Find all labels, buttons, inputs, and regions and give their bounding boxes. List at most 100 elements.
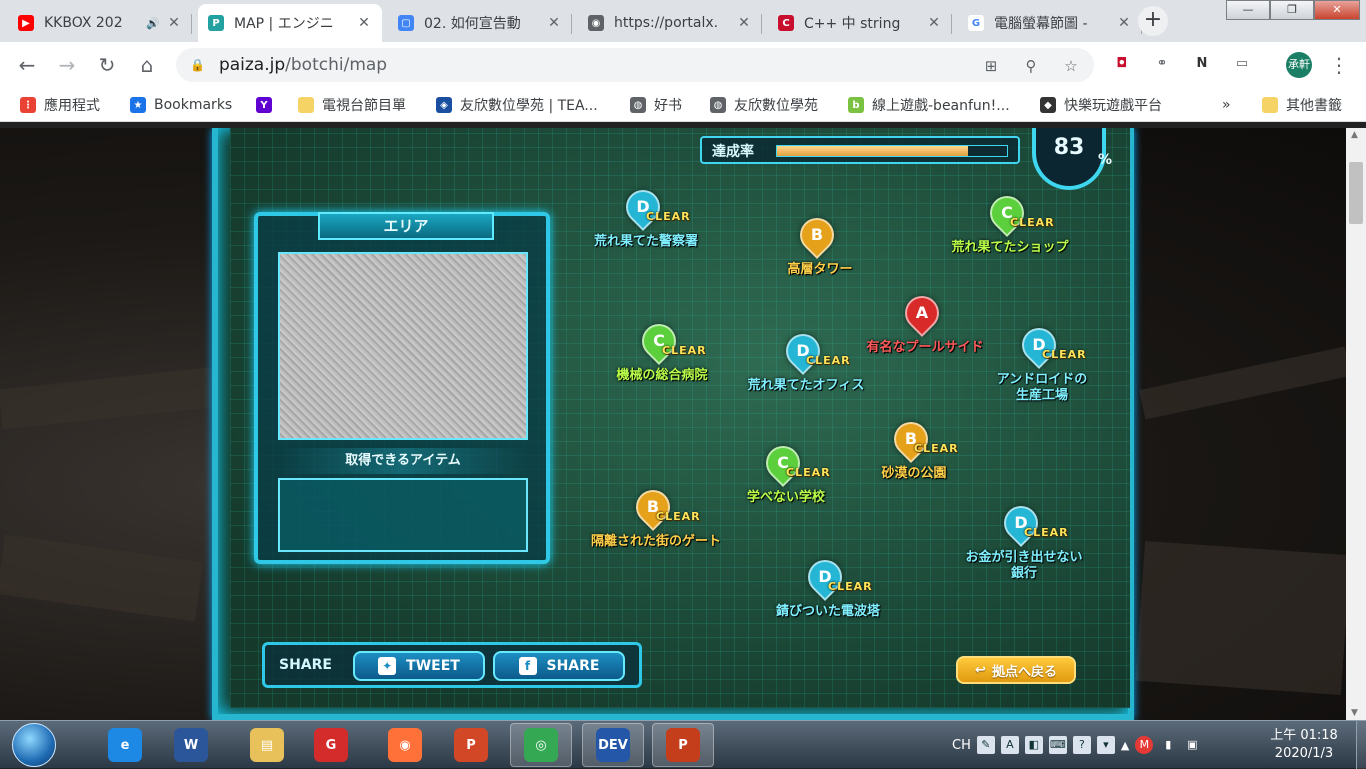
area-marker-d[interactable]: D CLEAR 錆びついた電波塔 — [748, 552, 908, 650]
area-marker-b[interactable]: B 高層タワー — [740, 210, 900, 308]
forward-arrow-icon[interactable]: → — [52, 50, 82, 80]
show-desktop-button[interactable] — [1356, 721, 1366, 769]
home-icon[interactable]: ⌂ — [132, 50, 162, 80]
taskbar-explorer-button[interactable]: ▤ — [236, 723, 298, 767]
ime-width-icon[interactable]: ◧ — [1024, 736, 1043, 754]
area-marker-d[interactable]: D CLEAR 荒れ果てたオフィス — [726, 326, 886, 424]
bookmark-item[interactable]: ◆ 快樂玩遊戲平台 — [1040, 94, 1162, 116]
bookmark-item[interactable]: b 線上遊戲-beanfun!... — [848, 94, 1010, 116]
area-marker-d[interactable]: D CLEAR 荒れ果てた警察署 — [566, 182, 726, 280]
browser-tab[interactable]: ◉ https://portalx. ✕ — [578, 4, 762, 42]
map-pin-icon[interactable]: B — [886, 414, 936, 464]
map-pin-icon[interactable]: A — [897, 288, 947, 338]
url-text[interactable]: paiza.jp/botchi/map — [219, 55, 387, 75]
system-clock[interactable]: 上午 01:18 2020/1/3 — [1256, 727, 1352, 763]
area-marker-d[interactable]: D CLEAR アンドロイドの 生産工場 — [962, 320, 1122, 418]
tab-close-icon[interactable]: ✕ — [1116, 15, 1132, 31]
reload-icon[interactable]: ↻ — [92, 50, 122, 80]
map-pin-icon[interactable]: C — [982, 188, 1032, 238]
taskbar-word-button[interactable]: W — [160, 723, 222, 767]
map-pin-icon[interactable]: D — [996, 498, 1046, 548]
tab-title: C++ 中 string — [804, 16, 901, 32]
zoom-icon[interactable]: ⚲ — [1020, 55, 1042, 77]
close-window-button[interactable]: ✕ — [1314, 0, 1360, 20]
area-marker-d[interactable]: D CLEAR お金が引き出せない 銀行 — [944, 498, 1104, 596]
taskbar-chrome-button[interactable]: ◎ — [510, 723, 572, 767]
tab-close-icon[interactable]: ✕ — [926, 15, 942, 31]
taskbar-powerpoint-viewer-button[interactable]: P — [440, 723, 502, 767]
facebook-share-button[interactable]: f SHARE — [493, 651, 625, 681]
browser-tab[interactable]: ▶ KKBOX 202 🔊 ✕ — [8, 4, 192, 42]
n-extension-icon[interactable]: N — [1190, 52, 1214, 76]
map-pin-icon[interactable]: D — [618, 182, 668, 232]
bookmark-item[interactable]: ★ Bookmarks — [130, 94, 232, 116]
taskbar-garena-button[interactable]: G — [300, 723, 362, 767]
bookmark-star-icon[interactable]: ☆ — [1060, 55, 1082, 77]
tab-close-icon[interactable]: ✕ — [166, 15, 182, 31]
map-pin-icon[interactable]: D — [1014, 320, 1064, 370]
browser-tab-active[interactable]: P MAP | エンジニ ✕ — [198, 4, 382, 42]
audio-playing-icon[interactable]: 🔊 — [146, 17, 160, 30]
map-pin-icon[interactable]: C — [634, 316, 684, 366]
tab-close-icon[interactable]: ✕ — [546, 15, 562, 31]
bookmark-item[interactable]: Y — [256, 94, 280, 116]
taskbar-ie-button[interactable]: e — [94, 723, 156, 767]
taskbar-firefox-button[interactable]: ◉ — [374, 723, 436, 767]
m-tray-app-icon[interactable]: M — [1135, 736, 1154, 754]
map-pin-icon[interactable]: B — [628, 482, 678, 532]
address-bar[interactable]: 🔒 paiza.jp/botchi/map — [176, 48, 1094, 82]
map-pin-icon[interactable]: C — [758, 438, 808, 488]
extension-icon[interactable]: ⚭ — [1150, 52, 1174, 76]
tab-close-icon[interactable]: ✕ — [736, 15, 752, 31]
ime-mode-icon[interactable]: A — [1000, 736, 1019, 754]
bookmark-item[interactable]: ◍ 友欣數位學苑 — [710, 94, 818, 116]
bookmark-item[interactable]: 其他書籤 — [1262, 94, 1342, 116]
area-marker-c[interactable]: C CLEAR 荒れ果てたショップ — [930, 188, 1090, 286]
bookmark-item[interactable]: ◈ 友欣數位學苑 | TEA... — [436, 94, 598, 116]
ime-icon[interactable]: ✎ — [976, 736, 995, 754]
scroll-up-arrow-icon[interactable]: ▲ — [1351, 130, 1358, 140]
bookmark-item[interactable]: ◍ 好书 — [630, 94, 682, 116]
taskbar-dev-cpp-button[interactable]: DEV — [582, 723, 644, 767]
start-button[interactable] — [12, 723, 56, 767]
map-pin-icon[interactable]: B — [792, 210, 842, 260]
ime-keyboard-icon[interactable]: ⌨ — [1048, 736, 1067, 754]
bookmark-label: 線上遊戲-beanfun!... — [872, 98, 1010, 114]
browser-tab[interactable]: C C++ 中 string ✕ — [768, 4, 952, 42]
maximize-button[interactable]: ❐ — [1270, 0, 1314, 20]
scrollbar-thumb[interactable] — [1349, 162, 1363, 224]
marker-name: お金が引き出せない 銀行 — [965, 550, 1083, 581]
map-pin-icon[interactable]: D — [800, 552, 850, 602]
tab-close-icon[interactable]: ✕ — [356, 15, 372, 31]
map-pin-icon[interactable]: D — [778, 326, 828, 376]
translate-icon[interactable]: ⊞ — [980, 55, 1002, 77]
browser-tab[interactable]: G 電腦螢幕節圖 - ✕ — [958, 4, 1142, 42]
page-scrollbar[interactable]: ▲ ▼ — [1346, 128, 1366, 720]
tab-favicon-icon: G — [968, 15, 984, 31]
help-icon[interactable]: ? — [1072, 736, 1091, 754]
profile-avatar[interactable]: 承軒 — [1286, 52, 1312, 78]
input-language-indicator[interactable]: CH — [952, 738, 971, 753]
scroll-down-arrow-icon[interactable]: ▼ — [1351, 708, 1358, 718]
more-bookmarks-chevron-icon[interactable]: » — [1222, 94, 1231, 116]
lock-icon[interactable]: 🔒 — [190, 58, 205, 72]
back-arrow-icon[interactable]: ← — [12, 50, 42, 80]
minimize-button[interactable]: — — [1226, 0, 1270, 20]
network-icon[interactable]: ▣ — [1183, 736, 1201, 754]
back-to-base-button[interactable]: ↩ 拠点へ戻る — [956, 656, 1076, 684]
show-hidden-icons-arrow-icon[interactable]: ▲ — [1121, 739, 1129, 752]
ime-options-icon[interactable]: ▾ — [1096, 736, 1115, 754]
taskbar-powerpoint-button[interactable]: P — [652, 723, 714, 767]
power-icon[interactable]: ▮ — [1159, 736, 1177, 754]
bookmark-label: 快樂玩遊戲平台 — [1064, 98, 1162, 114]
new-tab-button[interactable]: + — [1138, 6, 1168, 36]
area-marker-b[interactable]: B CLEAR 隔離された街のゲート — [576, 482, 736, 580]
bookmark-item[interactable]: ⋮ 應用程式 — [20, 94, 100, 116]
menu-kebab-icon[interactable]: ⋮ — [1324, 50, 1354, 80]
tweet-button[interactable]: ✦ TWEET — [353, 651, 485, 681]
bookmark-item[interactable]: 電視台節目單 — [298, 94, 406, 116]
pocket-extension-icon[interactable]: ◘ — [1110, 52, 1134, 76]
area-marker-c[interactable]: C CLEAR 機械の総合病院 — [582, 316, 742, 414]
ticket-extension-icon[interactable]: ▭ — [1230, 52, 1254, 76]
browser-tab[interactable]: ▢ 02. 如何宣告動 ✕ — [388, 4, 572, 42]
